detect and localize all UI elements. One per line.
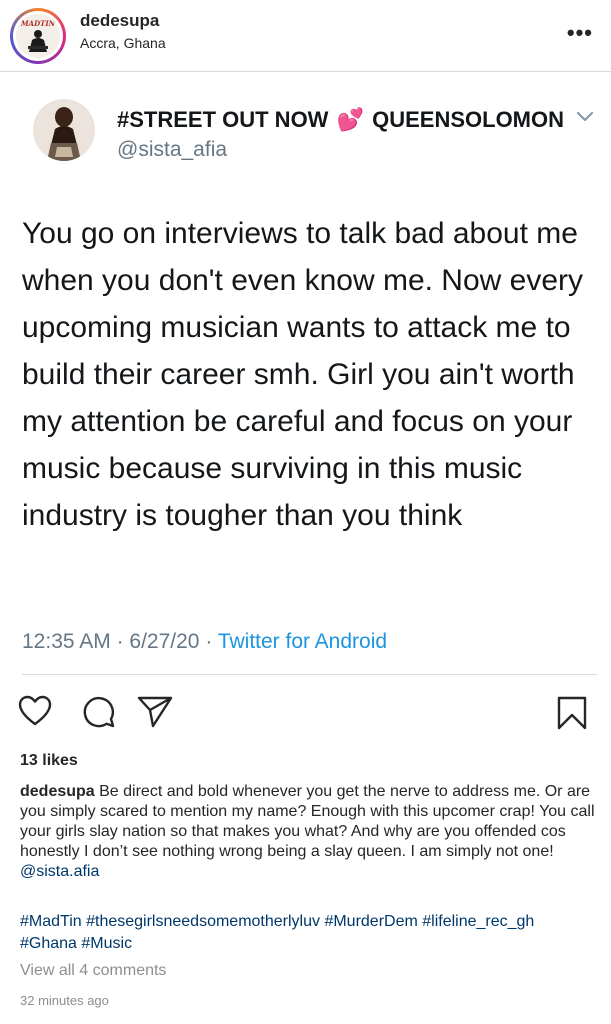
- comment-icon[interactable]: [82, 695, 116, 729]
- heart-emoji-icon: 💕: [336, 107, 364, 132]
- avatar-logo-icon: MADTIN: [16, 14, 60, 58]
- caption-username[interactable]: dedesupa: [20, 783, 95, 800]
- tweet-card: #STREET OUT NOW 💕 QUEENSOLOMON @sista_af…: [0, 72, 611, 682]
- meta-separator: ·: [116, 630, 124, 653]
- like-heart-icon[interactable]: [18, 695, 52, 727]
- tweet-avatar: [33, 99, 95, 161]
- post-caption: dedesupa Be direct and bold whenever you…: [20, 782, 595, 882]
- person-avatar-icon: [33, 99, 95, 161]
- user-avatar[interactable]: MADTIN: [10, 8, 66, 64]
- display-name-part2: QUEENSOLOMON: [372, 107, 565, 132]
- post-hashtags[interactable]: #MadTin #thesegirlsneedsomemotherlyluv #…: [20, 911, 595, 955]
- tweet-time: 12:35 AM: [22, 630, 111, 653]
- more-options-icon[interactable]: •••: [567, 20, 593, 46]
- caption-mention[interactable]: @sista.afia: [20, 863, 99, 880]
- action-bar: [0, 695, 611, 739]
- avatar-logo-text: MADTIN: [20, 19, 56, 28]
- share-paper-plane-icon[interactable]: [136, 695, 174, 729]
- tweet-display-name: #STREET OUT NOW 💕 QUEENSOLOMON: [117, 107, 564, 133]
- display-name-part1: #STREET OUT NOW: [117, 107, 329, 132]
- likes-count[interactable]: 13 likes: [20, 752, 78, 770]
- caption-text: Be direct and bold whenever you get the …: [20, 783, 595, 860]
- tweet-text: You go on interviews to talk bad about m…: [22, 217, 584, 532]
- tweet-meta: 12:35 AM · 6/27/20 · Twitter for Android: [22, 630, 387, 654]
- post-location[interactable]: Accra, Ghana: [80, 35, 166, 51]
- post-header: MADTIN dedesupa Accra, Ghana •••: [0, 0, 611, 72]
- post-timestamp: 32 minutes ago: [20, 993, 109, 1008]
- tweet-handle: @sista_afia: [117, 138, 228, 161]
- meta-separator: ·: [205, 630, 213, 653]
- tweet-divider: [22, 674, 597, 675]
- tweet-date: 6/27/20: [129, 630, 200, 653]
- chevron-down-icon: [576, 111, 594, 122]
- view-all-comments-link[interactable]: View all 4 comments: [20, 962, 166, 980]
- tweet-source: Twitter for Android: [217, 630, 388, 653]
- bookmark-icon[interactable]: [556, 695, 588, 731]
- post-username[interactable]: dedesupa: [80, 11, 159, 31]
